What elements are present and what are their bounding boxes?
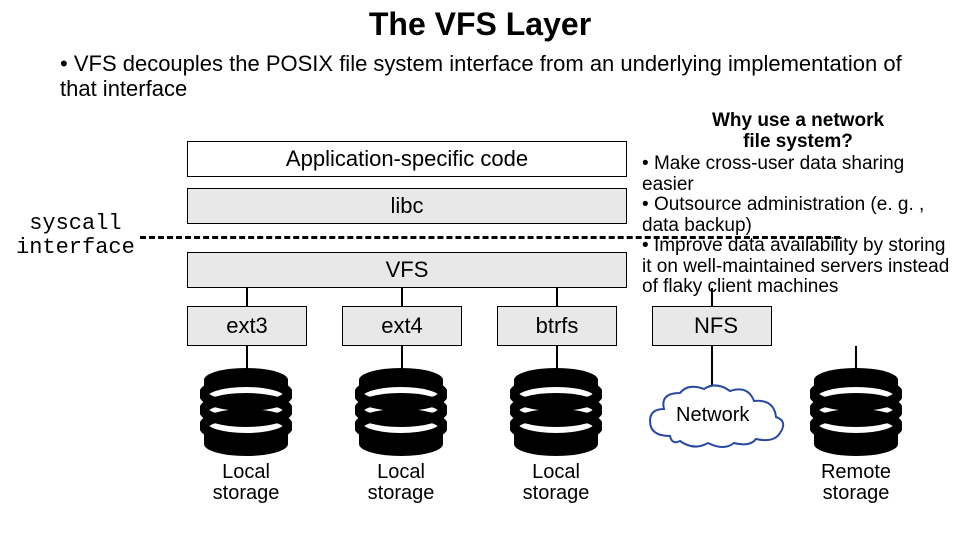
conn-vfs-ext3 (246, 288, 248, 306)
main-bullet-text: VFS decouples the POSIX file system inte… (60, 51, 902, 101)
libc-box: libc (187, 188, 627, 224)
side-list: Make cross-user data sharing easier Outs… (638, 154, 958, 298)
app-box: Application-specific code (187, 141, 627, 177)
conn-vfs-btrfs (556, 288, 558, 306)
main-bullet: • VFS decouples the POSIX file system in… (60, 51, 960, 102)
nfs-label: NFS (694, 313, 738, 339)
conn-vfs-ext4 (401, 288, 403, 306)
storage-remote-label: Remotestorage (810, 462, 902, 504)
side-item-0: Make cross-user data sharing easier (642, 154, 958, 195)
storage-btrfs: Localstorage (510, 366, 602, 504)
side-item-2: Improve data availability by storing it … (642, 236, 958, 298)
disk-icon (510, 366, 602, 458)
storage-ext3-label: Localstorage (200, 462, 292, 504)
syscall-l2: interface (16, 235, 135, 260)
storage-ext4: Localstorage (355, 366, 447, 504)
conn-nfs-cloud (711, 346, 713, 386)
side-text: Why use a network file system? Make cros… (638, 111, 958, 298)
storage-ext4-label: Localstorage (355, 462, 447, 504)
btrfs-box: btrfs (497, 306, 617, 346)
diagram-area: syscall interface Application-specific c… (0, 126, 960, 536)
side-heading: Why use a network file system? (638, 111, 958, 152)
cloud-label: Network (676, 404, 749, 427)
vfs-box: VFS (187, 252, 627, 288)
disk-icon (200, 366, 292, 458)
storage-btrfs-label: Localstorage (510, 462, 602, 504)
storage-ext3: Localstorage (200, 366, 292, 504)
disk-icon (355, 366, 447, 458)
page-title: The VFS Layer (0, 6, 960, 43)
syscall-interface-label: syscall interface (16, 212, 135, 260)
side-item-1: Outsource administration (e. g. , data b… (642, 195, 958, 236)
disk-icon (810, 366, 902, 458)
syscall-l1: syscall (29, 211, 121, 236)
ext4-box: ext4 (342, 306, 462, 346)
side-heading-l2: file system? (743, 131, 853, 152)
side-heading-l1: Why use a network (712, 110, 884, 131)
storage-remote: Remotestorage (810, 366, 902, 504)
ext3-box: ext3 (187, 306, 307, 346)
